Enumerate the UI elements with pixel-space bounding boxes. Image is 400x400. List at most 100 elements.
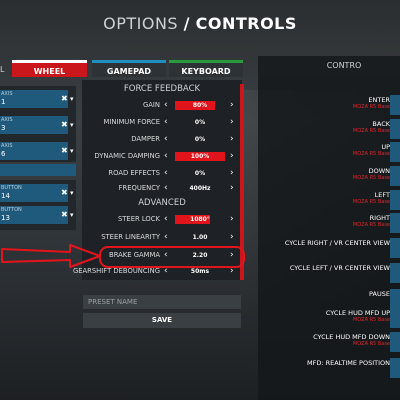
control-binding-slot[interactable]: [390, 289, 400, 309]
setting-row[interactable]: FREQUENCY ‹ 400Hz ›: [82, 182, 242, 195]
increase-arrow-icon[interactable]: ›: [230, 133, 234, 146]
increase-arrow-icon[interactable]: ›: [230, 231, 234, 244]
decrease-arrow-icon[interactable]: ‹: [164, 133, 168, 146]
setting-row[interactable]: STEER LINEARITY ‹ 1.00 ›: [82, 231, 242, 244]
clear-icon[interactable]: ✖: [61, 211, 69, 219]
setting-row[interactable]: STEER LOCK ‹ 1080° ›: [82, 213, 242, 226]
preset-name-input[interactable]: PRESET NAME: [83, 295, 241, 309]
clear-icon[interactable]: ✖: [61, 147, 69, 155]
control-name: BACK: [372, 120, 390, 128]
section-heading-advanced: ADVANCED: [138, 198, 186, 208]
decrease-arrow-icon[interactable]: ‹: [164, 116, 168, 129]
setting-value: 100%: [190, 153, 210, 160]
binding-field[interactable]: BUTTON 14: [0, 184, 68, 202]
binding-field[interactable]: BUTTON 13: [0, 206, 68, 224]
control-binding-slot[interactable]: [390, 190, 400, 210]
decrease-arrow-icon[interactable]: ‹: [164, 182, 168, 195]
chevron-down-icon[interactable]: ▾: [70, 211, 78, 219]
control-binding-row[interactable]: DOWN MOZA R5 Base: [258, 167, 390, 181]
setting-label: ROAD EFFECTS: [108, 169, 160, 177]
setting-value: 1080°: [190, 216, 210, 223]
control-binding-row[interactable]: CYCLE LEFT / VR CENTER VIEW: [258, 264, 390, 272]
control-binding-slot[interactable]: [390, 238, 400, 258]
setting-row[interactable]: MINIMUM FORCE ‹ 0% ›: [82, 116, 242, 129]
save-button[interactable]: SAVE: [83, 313, 241, 328]
increase-arrow-icon[interactable]: ›: [230, 167, 234, 180]
control-binding-slot[interactable]: [390, 358, 400, 378]
setting-value: 80%: [192, 102, 208, 109]
setting-value: 400Hz: [189, 185, 211, 192]
control-device: MOZA R5 Base: [352, 128, 390, 134]
control-binding-slot[interactable]: [390, 263, 400, 283]
clear-icon[interactable]: ✖: [61, 95, 69, 103]
control-binding-row[interactable]: BACK MOZA R5 Base: [258, 120, 390, 134]
setting-row[interactable]: GAIN ‹ 80% ›: [82, 99, 242, 112]
increase-arrow-icon[interactable]: ›: [230, 213, 234, 226]
setting-row[interactable]: DAMPER ‹ 0% ›: [82, 133, 242, 146]
control-name: ENTER: [368, 96, 390, 104]
increase-arrow-icon[interactable]: ›: [230, 116, 234, 129]
control-device: MOZA R5 Base: [352, 199, 390, 205]
setting-row[interactable]: ROAD EFFECTS ‹ 0% ›: [82, 167, 242, 180]
decrease-arrow-icon[interactable]: ‹: [164, 150, 168, 163]
control-binding-slot[interactable]: [390, 142, 400, 162]
control-binding-row[interactable]: CYCLE HUD MFD DOWN MOZA R5 Base: [258, 333, 390, 347]
setting-label: GAIN: [142, 101, 160, 109]
setting-label: STEER LOCK: [117, 215, 160, 223]
binding-field[interactable]: AXIS 6: [0, 142, 68, 160]
control-binding-row[interactable]: RIGHT MOZA R5 Base: [258, 214, 390, 228]
tab-gamepad[interactable]: GAMEPAD: [92, 60, 166, 77]
chevron-down-icon[interactable]: ▾: [70, 95, 78, 103]
decrease-arrow-icon[interactable]: ‹: [164, 99, 168, 112]
control-binding-slot[interactable]: [390, 95, 400, 115]
control-binding-slot[interactable]: [390, 332, 400, 352]
tab-keyboard[interactable]: KEYBOARD: [169, 60, 243, 77]
control-name: CYCLE HUD MFD UP: [325, 309, 390, 317]
annotation-arrow: [1, 244, 101, 268]
control-name: RIGHT: [369, 214, 390, 222]
annotation-highlight-circle: [99, 246, 245, 268]
control-binding-row[interactable]: PAUSE: [258, 290, 390, 298]
section-heading-force-feedback: FORCE FEEDBACK: [123, 84, 201, 94]
control-binding-slot[interactable]: [390, 166, 400, 186]
control-device: MOZA R5 Base: [352, 317, 390, 323]
control-binding-row[interactable]: LEFT MOZA R5 Base: [258, 191, 390, 205]
binding-field-empty[interactable]: [0, 164, 76, 176]
setting-label: STEER LINEARITY: [101, 233, 160, 241]
setting-value: 0%: [194, 136, 206, 143]
control-name: LEFT: [374, 191, 390, 199]
chevron-down-icon[interactable]: ▾: [70, 189, 78, 197]
decrease-arrow-icon[interactable]: ‹: [164, 213, 168, 226]
control-binding-slot[interactable]: [390, 119, 400, 139]
setting-label: FREQUENCY: [118, 184, 160, 192]
control-binding-row[interactable]: UP MOZA R5 Base: [258, 143, 390, 157]
setting-row[interactable]: DYNAMIC DAMPING ‹ 100% ›: [82, 150, 242, 163]
control-device: MOZA R5 Base: [352, 151, 390, 157]
setting-label: DAMPER: [131, 135, 160, 143]
setting-value: 50ms: [190, 268, 210, 275]
clear-icon[interactable]: ✖: [61, 121, 69, 129]
control-binding-slot[interactable]: [390, 213, 400, 233]
page-title: OPTIONS / CONTROLS: [103, 14, 297, 33]
chevron-down-icon[interactable]: ▾: [70, 121, 78, 129]
control-binding-row[interactable]: MFD: REALTIME POSITION: [258, 359, 390, 367]
clear-icon[interactable]: ✖: [61, 189, 69, 197]
increase-arrow-icon[interactable]: ›: [230, 99, 234, 112]
control-name: UP: [381, 143, 390, 151]
tab-wheel[interactable]: WHEEL: [12, 60, 87, 77]
binding-field[interactable]: AXIS 1: [0, 90, 68, 108]
control-binding-slot[interactable]: [390, 308, 400, 328]
setting-label: MINIMUM FORCE: [103, 118, 160, 126]
setting-label: DYNAMIC DAMPING: [94, 152, 160, 160]
control-binding-row[interactable]: ENTER MOZA R5 Base: [258, 96, 390, 110]
increase-arrow-icon[interactable]: ›: [230, 150, 234, 163]
decrease-arrow-icon[interactable]: ‹: [164, 231, 168, 244]
binding-field[interactable]: AXIS 3: [0, 116, 68, 134]
increase-arrow-icon[interactable]: ›: [230, 182, 234, 195]
decrease-arrow-icon[interactable]: ‹: [164, 167, 168, 180]
control-device: MOZA R5 Base: [352, 175, 390, 181]
control-binding-row[interactable]: CYCLE HUD MFD UP MOZA R5 Base: [258, 309, 390, 323]
chevron-down-icon[interactable]: ▾: [70, 147, 78, 155]
control-device: MOZA R5 Base: [352, 341, 390, 347]
control-binding-row[interactable]: CYCLE RIGHT / VR CENTER VIEW: [258, 239, 390, 247]
